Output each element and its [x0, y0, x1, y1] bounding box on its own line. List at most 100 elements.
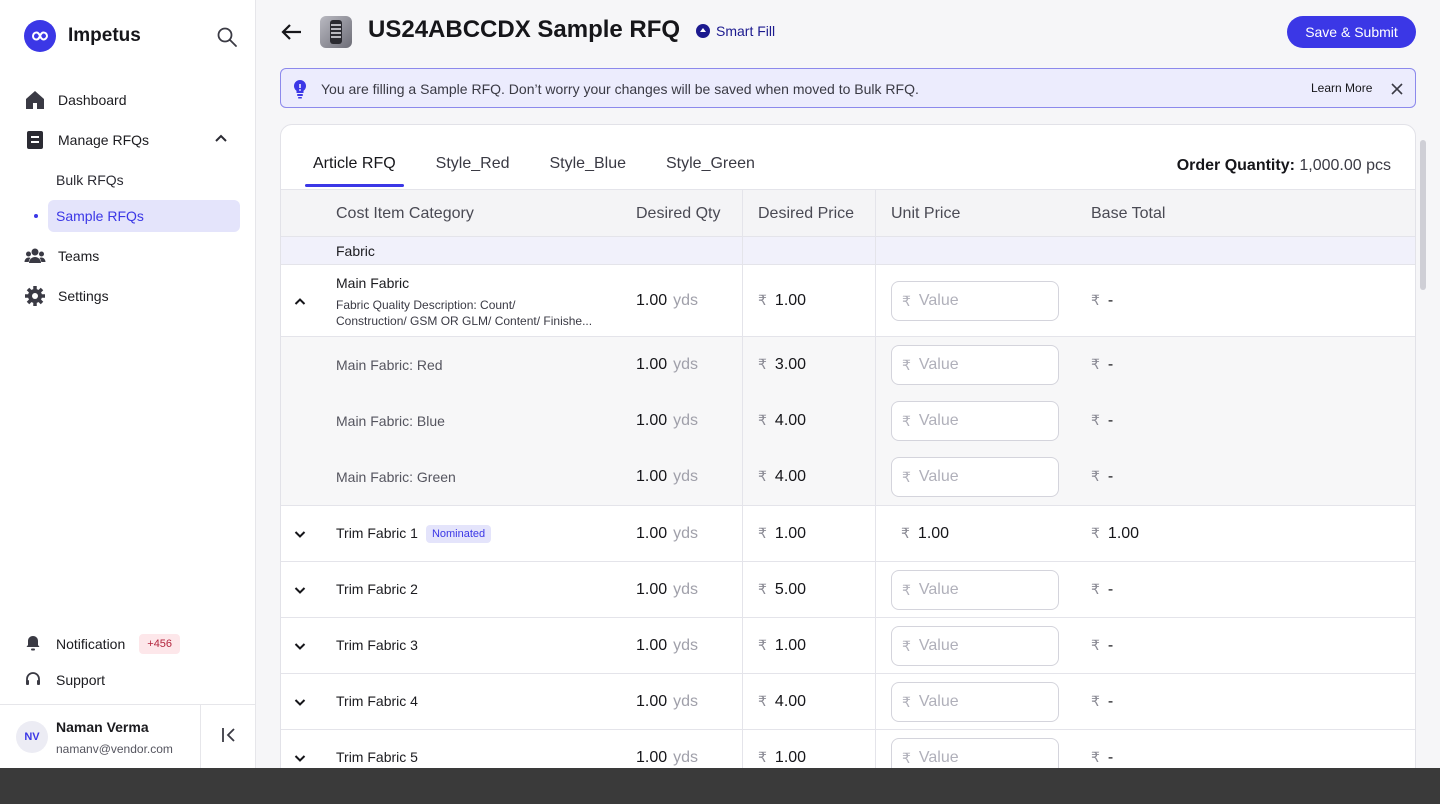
chevron-down-icon[interactable]: [293, 583, 307, 597]
rupee-icon: ₹: [1091, 749, 1100, 765]
unit-price-input[interactable]: ₹ Value: [891, 281, 1059, 321]
qty-unit: yds: [673, 356, 699, 373]
bottom-strip: [0, 768, 1440, 804]
base-value: -: [1107, 356, 1114, 373]
item-name: Trim Fabric 3: [336, 637, 418, 653]
search-icon[interactable]: [216, 26, 238, 48]
chevron-down-icon[interactable]: [293, 527, 307, 541]
tab-article-rfq[interactable]: Article RFQ: [305, 155, 404, 187]
notification-link[interactable]: Notification +456: [24, 626, 240, 662]
rupee-icon: ₹: [758, 292, 767, 308]
qty-unit: yds: [673, 468, 699, 485]
document-icon: [24, 129, 46, 151]
column-divider: [742, 190, 743, 236]
qty-value: 1.00: [636, 356, 668, 373]
sidebar-item-settings[interactable]: Settings: [24, 276, 240, 316]
support-link[interactable]: Support: [24, 662, 240, 698]
rupee-icon: ₹: [1091, 292, 1100, 308]
column-divider: [875, 506, 876, 561]
table-row: Main Fabric: Green 1.00 yds ₹4.00 ₹ Value …: [281, 449, 1415, 505]
smart-fill-button[interactable]: Smart Fill: [696, 23, 775, 39]
sidebar-item-sample-rfqs[interactable]: Sample RFQs: [34, 200, 240, 232]
desired-price: ₹1.00: [758, 525, 806, 543]
sidebar-item-label: Manage RFQs: [58, 132, 150, 148]
rupee-icon: ₹: [1091, 356, 1100, 372]
rupee-icon: ₹: [1091, 693, 1100, 709]
chevron-up-icon[interactable]: [214, 132, 228, 149]
cost-table: Cost Item Category Desired Qty Desired P…: [281, 189, 1415, 803]
item-name: Trim Fabric 5: [336, 749, 418, 765]
tab-style-red[interactable]: Style_Red: [428, 155, 518, 187]
close-icon[interactable]: [1389, 81, 1405, 97]
column-divider: [742, 506, 743, 561]
input-placeholder: Value: [918, 749, 959, 766]
header-category[interactable]: Cost Item Category: [336, 205, 474, 223]
desired-price: ₹1.00: [758, 292, 806, 310]
smart-fill-label: Smart Fill: [716, 23, 776, 39]
avatar[interactable]: NV: [16, 721, 48, 753]
brand[interactable]: Impetus: [24, 20, 141, 52]
unit-price-input[interactable]: ₹ Value: [891, 570, 1059, 610]
collapse-sidebar-button[interactable]: [200, 705, 256, 769]
item-name-text: Trim Fabric 1: [336, 525, 418, 541]
rupee-icon: ₹: [902, 693, 911, 710]
sidebar-item-dashboard[interactable]: Dashboard: [24, 80, 240, 120]
notification-count-badge: +456: [139, 634, 181, 654]
column-divider: [875, 393, 876, 449]
tab-style-green[interactable]: Style_Green: [658, 155, 763, 187]
save-submit-button[interactable]: Save & Submit: [1287, 16, 1416, 48]
chevron-down-icon[interactable]: [293, 639, 307, 653]
qty-unit: yds: [673, 292, 699, 309]
sidebar-item-label: Sample RFQs: [56, 208, 144, 224]
table-row: Main Fabric: Red 1.00 yds ₹3.00 ₹ Value ₹ -: [281, 337, 1415, 393]
unit-price-input[interactable]: ₹ Value: [891, 345, 1059, 385]
order-quantity-value: 1,000.00 pcs: [1299, 157, 1391, 174]
sidebar-item-teams[interactable]: Teams: [24, 236, 240, 276]
sidebar-item-bulk-rfqs[interactable]: Bulk RFQs: [48, 164, 240, 196]
vertical-scrollbar[interactable]: [1420, 140, 1426, 290]
column-divider: [742, 674, 743, 729]
input-placeholder: Value: [918, 637, 959, 654]
desired-qty: 1.00 yds: [636, 292, 698, 310]
chevron-down-icon[interactable]: [293, 695, 307, 709]
header-desired-qty[interactable]: Desired Qty: [636, 205, 720, 223]
desired-qty: 1.00 yds: [636, 637, 698, 655]
chevron-up-icon[interactable]: [293, 295, 307, 309]
collapse-left-icon: [220, 726, 238, 749]
item-description: Fabric Quality Description: Count/ Const…: [336, 297, 592, 329]
desired-qty: 1.00 yds: [636, 525, 698, 543]
base-total: ₹ -: [1091, 581, 1113, 599]
base-value: -: [1107, 637, 1114, 654]
header-base-total[interactable]: Base Total: [1091, 205, 1165, 223]
price-value: 1.00: [774, 749, 807, 766]
unit-price-value: ₹1.00: [901, 525, 949, 543]
qty-unit: yds: [673, 637, 699, 654]
header-desired-price[interactable]: Desired Price: [758, 205, 854, 223]
unit-price-input[interactable]: ₹ Value: [891, 457, 1059, 497]
description-line: Construction/ GSM OR GLM/ Content/ Finis…: [336, 314, 593, 328]
table-header: Cost Item Category Desired Qty Desired P…: [281, 189, 1415, 237]
column-divider: [875, 190, 876, 236]
rupee-icon: ₹: [1091, 525, 1100, 541]
input-placeholder: Value: [918, 468, 959, 485]
column-divider: [875, 337, 876, 393]
back-arrow-icon[interactable]: [280, 20, 304, 44]
chevron-down-icon[interactable]: [293, 751, 307, 765]
header-unit-price[interactable]: Unit Price: [891, 205, 960, 223]
input-placeholder: Value: [918, 693, 959, 710]
info-banner: You are filling a Sample RFQ. Don’t worr…: [280, 68, 1416, 108]
learn-more-link[interactable]: Learn More: [1311, 81, 1372, 95]
column-divider: [742, 618, 743, 673]
sidebar-item-manage-rfqs[interactable]: Manage RFQs: [24, 120, 240, 160]
input-placeholder: Value: [918, 412, 959, 429]
headset-icon: [24, 670, 42, 691]
unit-price-input[interactable]: ₹ Value: [891, 682, 1059, 722]
price-value: 4.00: [774, 468, 807, 485]
notification-label: Notification: [56, 636, 126, 652]
price-value: 1.00: [774, 525, 807, 542]
unit-price-input[interactable]: ₹ Value: [891, 626, 1059, 666]
unit-price-input[interactable]: ₹ Value: [891, 401, 1059, 441]
price-value: 3.00: [774, 356, 807, 373]
desired-price: ₹3.00: [758, 356, 806, 374]
tab-style-blue[interactable]: Style_Blue: [542, 155, 635, 187]
